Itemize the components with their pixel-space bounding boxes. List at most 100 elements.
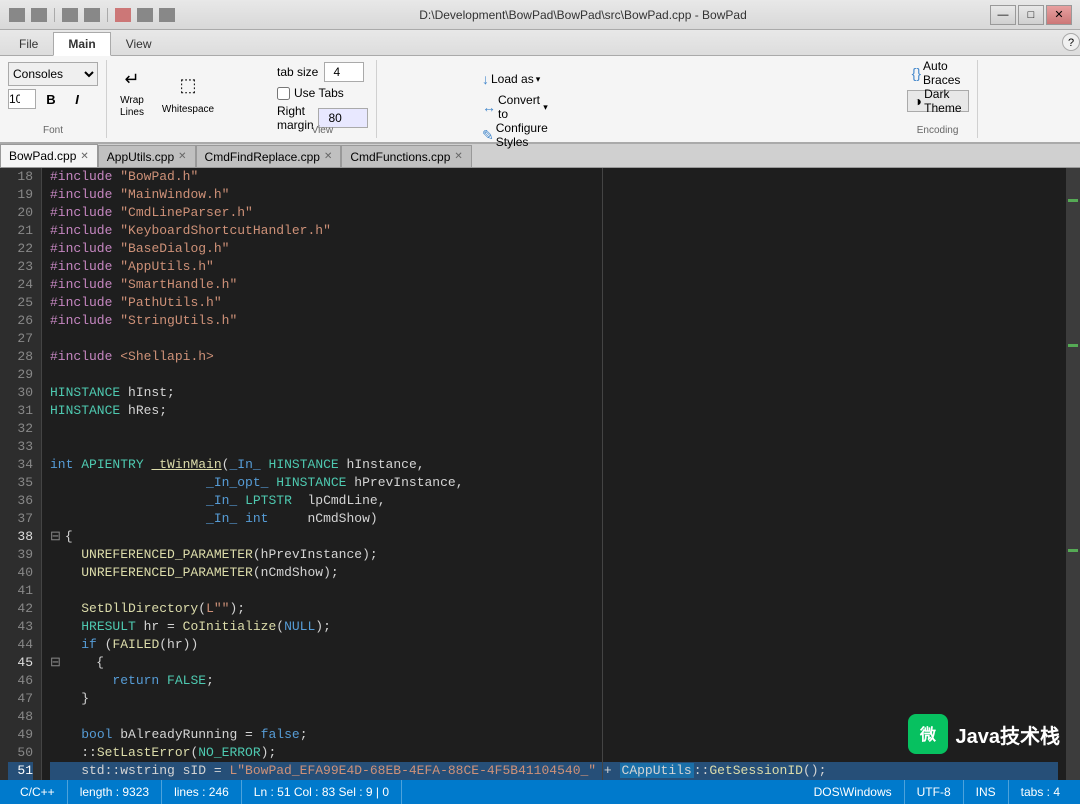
ln-36: 36	[8, 492, 33, 510]
code-line-25: #include "PathUtils.h"	[50, 294, 1058, 312]
ln-49: 49	[8, 726, 33, 744]
ln-43: 43	[8, 618, 33, 636]
new-file-icon[interactable]	[9, 8, 25, 22]
ln-35: 35	[8, 474, 33, 492]
tab-label: AppUtils.cpp	[107, 150, 174, 164]
separator	[54, 8, 55, 22]
tab-view[interactable]: View	[111, 32, 167, 55]
consoles-dropdown[interactable]: Consoles	[8, 62, 98, 86]
code-line-31: HINSTANCE hRes;	[50, 402, 1058, 420]
code-line-18: #include "BowPad.h"	[50, 168, 1058, 186]
code-line-36: _In_ LPTSTR lpCmdLine,	[50, 492, 1058, 510]
status-mode: INS	[964, 780, 1009, 804]
tab-cmdfunctions-cpp[interactable]: CmdFunctions.cpp ✕	[341, 145, 471, 167]
redo-icon[interactable]	[84, 8, 100, 22]
code-line-19: #include "MainWindow.h"	[50, 186, 1058, 204]
ln-23: 23	[8, 258, 33, 276]
tab-close-cmdfind[interactable]: ✕	[324, 151, 332, 162]
code-line-45: ⊟ {	[50, 654, 1058, 672]
code-line-46: return FALSE;	[50, 672, 1058, 690]
code-line-26: #include "StringUtils.h"	[50, 312, 1058, 330]
ribbon-group-misc: 🌐 Language ▾ Misc	[978, 60, 1080, 138]
ln-22: 22	[8, 240, 33, 258]
tab-close-bowpad[interactable]: ✕	[80, 151, 88, 162]
use-tabs-row[interactable]: Use Tabs	[277, 86, 344, 100]
tab-apputils-cpp[interactable]: AppUtils.cpp ✕	[98, 145, 196, 167]
ln-27: 27	[8, 330, 33, 348]
ribbon-group-encoding: {} Auto Braces ◑ Dark Theme Encoding	[377, 60, 978, 138]
bold-button[interactable]: B	[40, 88, 62, 110]
tab-file[interactable]: File	[4, 32, 53, 55]
code-line-40: UNREFERENCED_PARAMETER(nCmdShow);	[50, 564, 1058, 582]
code-line-48	[50, 708, 1058, 726]
use-tabs-label: Use Tabs	[294, 86, 344, 100]
titlebar-title: D:\Development\BowPad\BowPad\src\BowPad.…	[176, 8, 990, 22]
settings-icon[interactable]	[159, 8, 175, 22]
tab-size-input[interactable]	[324, 62, 364, 82]
minimize-button[interactable]: —	[990, 5, 1016, 25]
use-tabs-checkbox[interactable]	[277, 87, 290, 100]
italic-button[interactable]: I	[66, 88, 88, 110]
titlebar-controls: — □ ✕	[990, 5, 1072, 25]
tab-close-cmdfn[interactable]: ✕	[454, 151, 462, 162]
ln-45: 45	[8, 654, 33, 672]
dark-theme-button[interactable]: ◑ Dark Theme	[907, 90, 969, 112]
maximize-button[interactable]: □	[1018, 5, 1044, 25]
ln-38: 38	[8, 528, 33, 546]
code-line-42: SetDllDirectory(L"");	[50, 600, 1058, 618]
tab-close-apputils[interactable]: ✕	[178, 151, 186, 162]
separator2	[107, 8, 108, 22]
tab-main[interactable]: Main	[53, 32, 110, 56]
code-line-47: }	[50, 690, 1058, 708]
status-tabs: tabs : 4	[1009, 780, 1072, 804]
save-icon[interactable]	[31, 8, 47, 22]
code-line-27	[50, 330, 1058, 348]
code-line-37: _In_ int nCmdShow)	[50, 510, 1058, 528]
ln-39: 39	[8, 546, 33, 564]
code-line-41	[50, 582, 1058, 600]
dark-theme-label: Dark Theme	[924, 87, 961, 115]
auto-braces-button[interactable]: {} Auto Braces	[907, 62, 969, 84]
ln-18: 18	[8, 168, 33, 186]
code-line-33	[50, 438, 1058, 456]
help-icon[interactable]: ?	[1062, 33, 1080, 51]
tab-bowpad-cpp[interactable]: BowPad.cpp ✕	[0, 144, 98, 167]
code-line-23: #include "AppUtils.h"	[50, 258, 1058, 276]
ln-32: 32	[8, 420, 33, 438]
code-line-43: HRESULT hr = CoInitialize(NULL);	[50, 618, 1058, 636]
close-file-icon[interactable]	[115, 8, 131, 22]
ribbon: Consoles B I Font ↵ Wrap Lines ⬚ Whitesp…	[0, 56, 1080, 144]
auto-braces-icon: {}	[912, 65, 921, 81]
ln-47: 47	[8, 690, 33, 708]
undo-icon[interactable]	[62, 8, 78, 22]
ln-30: 30	[8, 384, 33, 402]
titlebar-left	[8, 8, 176, 22]
auto-braces-label: Auto Braces	[923, 59, 963, 87]
close-button[interactable]: ✕	[1046, 5, 1072, 25]
status-length: length : 9323	[68, 780, 162, 804]
code-line-38: ⊟{	[50, 528, 1058, 546]
scroll-marker-2	[1068, 344, 1078, 347]
code-line-29	[50, 366, 1058, 384]
code-line-50: ::SetLastError(NO_ERROR);	[50, 744, 1058, 762]
status-lines: lines : 246	[162, 780, 242, 804]
font-size-input[interactable]	[8, 89, 36, 109]
code-line-34: int APIENTRY _tWinMain(_In_ HINSTANCE hI…	[50, 456, 1058, 474]
code-line-20: #include "CmdLineParser.h"	[50, 204, 1058, 222]
ln-40: 40	[8, 564, 33, 582]
ln-19: 19	[8, 186, 33, 204]
ln-48: 48	[8, 708, 33, 726]
ln-24: 24	[8, 276, 33, 294]
tab-label: CmdFindReplace.cpp	[205, 150, 320, 164]
status-encoding: UTF-8	[905, 780, 964, 804]
tab-cmdfindreplace-cpp[interactable]: CmdFindReplace.cpp ✕	[196, 145, 342, 167]
ln-29: 29	[8, 366, 33, 384]
editor-container: 18 19 20 21 22 23 24 25 26 27 28 29 30 3…	[0, 168, 1080, 780]
code-area[interactable]: #include "BowPad.h" #include "MainWindow…	[42, 168, 1066, 780]
right-scrollbar[interactable]	[1066, 168, 1080, 780]
open-icon[interactable]	[137, 8, 153, 22]
ln-51: 51	[8, 762, 33, 780]
ln-34: 34	[8, 456, 33, 474]
code-line-21: #include "KeyboardShortcutHandler.h"	[50, 222, 1058, 240]
ribbon-group-font: Consoles B I Font ↵ Wrap Lines ⬚ Whitesp…	[0, 60, 107, 138]
